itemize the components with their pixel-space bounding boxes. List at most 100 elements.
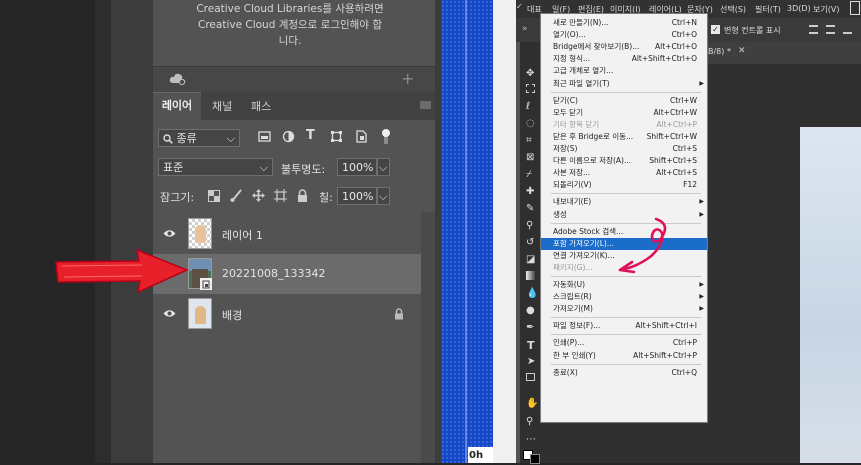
- file-menu-item[interactable]: 가져오기(M) ▶: [541, 303, 707, 315]
- file-menu-item[interactable]: 닫기(C) Ctrl+W: [541, 95, 707, 107]
- close-icon[interactable]: ✕: [738, 46, 746, 56]
- brush-tool-icon[interactable]: ✎: [526, 203, 534, 214]
- quick-select-tool-icon[interactable]: ◌: [526, 118, 535, 129]
- type-filter-icon[interactable]: T: [306, 128, 315, 143]
- window-gap: [493, 0, 516, 463]
- file-menu-item[interactable]: 닫은 후 Bridge로 이동... Shift+Ctrl+W: [541, 131, 707, 143]
- add-library-icon[interactable]: +: [401, 71, 414, 87]
- file-menu-item[interactable]: 열기(O)... Ctrl+O: [541, 29, 707, 41]
- eye-icon[interactable]: [163, 309, 176, 318]
- lock-artboard-icon[interactable]: [274, 189, 287, 202]
- opacity-dropdown-button[interactable]: ⌵: [377, 158, 390, 176]
- align-bottom-icon[interactable]: [843, 25, 852, 34]
- eraser-tool-icon[interactable]: ◪: [526, 254, 535, 265]
- menu-view[interactable]: 보기(V): [813, 4, 839, 15]
- lock-all-icon[interactable]: [297, 189, 308, 202]
- stamp-tool-icon[interactable]: ⚲: [526, 220, 533, 231]
- lasso-tool-icon[interactable]: ℓ: [526, 101, 530, 112]
- file-menu-item[interactable]: 한 부 인쇄(Y) Alt+Shift+Ctrl+P: [541, 350, 707, 362]
- frame-tool-icon[interactable]: ⊠: [526, 152, 534, 163]
- submenu-arrow-icon: ▶: [699, 79, 704, 87]
- marquee-tool-icon[interactable]: [526, 84, 535, 93]
- file-menu-item[interactable]: 새로 만들기(N)... Ctrl+N: [541, 17, 707, 29]
- eye-icon[interactable]: [163, 229, 176, 238]
- tab-paths[interactable]: 패스: [251, 98, 271, 114]
- window-control-icon[interactable]: [850, 1, 860, 15]
- cloud-sync-icon[interactable]: [169, 72, 187, 86]
- file-menu-item[interactable]: 지정 형식... Alt+Shift+Ctrl+O: [541, 53, 707, 65]
- menu-item-label: Bridge에서 찾아보기(B)...: [553, 42, 640, 52]
- tab-channels[interactable]: 채널: [212, 98, 232, 114]
- opacity-input[interactable]: 100%: [337, 158, 377, 176]
- type-tool-icon[interactable]: T: [527, 339, 535, 352]
- pen-tool-icon[interactable]: ✒: [526, 322, 534, 333]
- chevron-down-icon: ⌵: [379, 190, 388, 203]
- menu-select[interactable]: 선택(S): [720, 4, 746, 15]
- document-tab[interactable]: B/8) *: [708, 47, 731, 56]
- smart-object-filter-icon[interactable]: [355, 130, 368, 143]
- shape-filter-icon[interactable]: [330, 130, 343, 143]
- file-menu-item[interactable]: 파일 정보(F)... Alt+Shift+Ctrl+I: [541, 320, 707, 332]
- menu-item-label: 연결 가져오기(K)...: [553, 250, 615, 260]
- menu-3d[interactable]: 3D(D): [787, 4, 811, 13]
- align-middle-icon[interactable]: [826, 25, 835, 34]
- tab-layers[interactable]: 레이어: [153, 92, 201, 121]
- layer-row[interactable]: 레이어 1: [153, 214, 421, 254]
- file-menu-item[interactable]: 최근 파일 열기(T) ▶: [541, 78, 707, 90]
- path-select-tool-icon[interactable]: ➤: [527, 356, 535, 367]
- file-menu-item[interactable]: 다른 이름으로 저장(A)... Shift+Ctrl+S: [541, 155, 707, 167]
- file-menu-item[interactable]: 사본 저장... Alt+Ctrl+S: [541, 167, 707, 179]
- file-menu-item[interactable]: Bridge에서 찾아보기(B)... Alt+Ctrl+O: [541, 41, 707, 53]
- layer-name[interactable]: 레이어 1: [222, 227, 263, 243]
- panel-menu-icon[interactable]: [420, 101, 431, 109]
- transform-controls-label: 변형 컨트롤 표시: [724, 26, 781, 35]
- align-top-icon[interactable]: [809, 25, 818, 34]
- layers-scrollbar[interactable]: [421, 212, 435, 463]
- lock-position-icon[interactable]: [252, 189, 265, 202]
- layer-row-background[interactable]: 배경: [153, 294, 421, 334]
- layer-row-selected[interactable]: 20221008_133342: [153, 254, 421, 294]
- dodge-tool-icon[interactable]: ●: [526, 305, 535, 316]
- menu-item-shortcut: Ctrl+N: [671, 18, 697, 27]
- menu-filter[interactable]: 필터(T): [755, 4, 781, 15]
- file-menu-item[interactable]: 종료(X) Ctrl+Q: [541, 367, 707, 379]
- menu-separator: [551, 317, 701, 319]
- file-menu-item[interactable]: 인쇄(P)... Ctrl+P: [541, 337, 707, 349]
- transform-controls-checkbox[interactable]: ✓: [711, 25, 720, 34]
- file-menu-item[interactable]: 저장(S) Ctrl+S: [541, 143, 707, 155]
- lock-transparent-pixels-icon[interactable]: [208, 190, 220, 202]
- fill-input[interactable]: 100%: [337, 187, 377, 205]
- file-menu-item[interactable]: 기타 항목 닫기 Alt+Ctrl+P: [541, 119, 707, 131]
- lock-image-pixels-icon[interactable]: [230, 189, 243, 202]
- file-menu-item[interactable]: 스크립트(R) ▶: [541, 291, 707, 303]
- more-tools-icon[interactable]: ⋯: [526, 434, 536, 445]
- file-menu-item[interactable]: 고급 개체로 열기...: [541, 65, 707, 77]
- layer-name[interactable]: 배경: [222, 307, 242, 323]
- hand-tool-icon[interactable]: ✋: [526, 398, 538, 409]
- layer-name[interactable]: 20221008_133342: [222, 267, 325, 280]
- cc-message-line-3: 니다.: [278, 35, 302, 47]
- blur-tool-icon[interactable]: 💧: [526, 288, 538, 299]
- crop-tool-icon[interactable]: ⌗: [526, 135, 532, 146]
- file-menu-item[interactable]: 되돌리기(V) F12: [541, 179, 707, 191]
- file-menu-item[interactable]: 내보내기(E) ▶: [541, 196, 707, 208]
- eyedropper-tool-icon[interactable]: ⌿: [526, 169, 532, 180]
- file-menu-item[interactable]: 모두 닫기 Alt+Ctrl+W: [541, 107, 707, 119]
- blend-mode-select[interactable]: 표준 ⌵: [158, 158, 273, 176]
- file-menu-item[interactable]: 자동화(U) ▶: [541, 279, 707, 291]
- adjustment-filter-icon[interactable]: [282, 130, 295, 143]
- zoom-tool-icon[interactable]: ⚲: [526, 416, 533, 427]
- gradient-tool-icon[interactable]: [526, 271, 535, 280]
- image-filter-icon[interactable]: [258, 130, 271, 143]
- fill-dropdown-button[interactable]: ⌵: [377, 187, 390, 205]
- move-tool-icon[interactable]: ✥: [526, 68, 534, 79]
- filter-kind-select[interactable]: 종류 ⌵: [158, 129, 240, 147]
- menu-item-label: 지정 형식...: [553, 54, 591, 64]
- history-brush-tool-icon[interactable]: ↺: [526, 237, 534, 248]
- submenu-arrow-icon: ▶: [699, 210, 704, 218]
- document-image: [800, 127, 861, 463]
- filter-toggle-icon[interactable]: [381, 127, 391, 145]
- menu-item-label: 닫은 후 Bridge로 이동...: [553, 131, 634, 141]
- healing-tool-icon[interactable]: ✚: [526, 186, 534, 197]
- shape-tool-icon[interactable]: [526, 373, 535, 381]
